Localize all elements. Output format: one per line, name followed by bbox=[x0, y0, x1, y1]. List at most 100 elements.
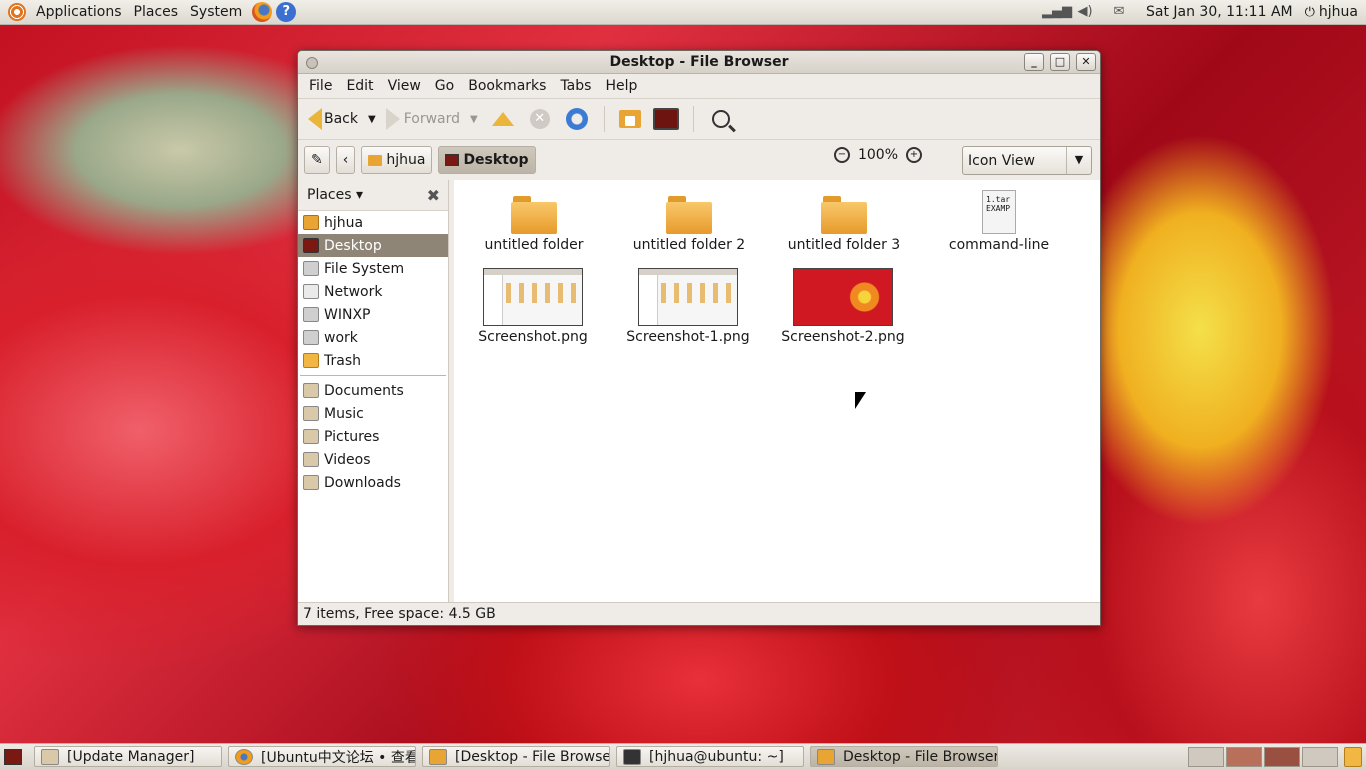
file-item[interactable]: untitled folder 3 bbox=[774, 194, 914, 253]
taskbar-item-label: [Desktop - File Browser] bbox=[455, 748, 610, 765]
status-bar: 7 items, Free space: 4.5 GB bbox=[298, 602, 1100, 625]
file-item[interactable]: Screenshot-1.png bbox=[618, 268, 758, 345]
sidebar-item-hjhua[interactable]: hjhua bbox=[298, 211, 448, 234]
folder-icon bbox=[511, 194, 557, 234]
sidebar-item-documents[interactable]: Documents bbox=[298, 379, 448, 402]
menu-edit[interactable]: Edit bbox=[339, 78, 380, 94]
network-icon[interactable]: ▂▄▆ bbox=[1042, 5, 1072, 19]
menu-tabs[interactable]: Tabs bbox=[553, 78, 598, 94]
view-mode-select[interactable]: Icon View ▼ bbox=[962, 146, 1092, 175]
file-item-label: Screenshot.png bbox=[478, 329, 588, 345]
trash-icon bbox=[303, 353, 319, 368]
help-icon[interactable]: ? bbox=[276, 2, 297, 22]
reload-icon[interactable] bbox=[565, 108, 588, 130]
menu-go[interactable]: Go bbox=[428, 78, 461, 94]
user-menu[interactable]: ⏻ hjhua bbox=[1305, 4, 1358, 20]
folder-icon bbox=[821, 194, 867, 234]
title-bar[interactable]: Desktop - File Browser _ □ ✕ bbox=[298, 51, 1100, 74]
image-thumbnail bbox=[483, 268, 583, 326]
window-menu-icon[interactable] bbox=[306, 57, 318, 69]
minimize-button[interactable]: _ bbox=[1024, 53, 1044, 71]
firefox-icon[interactable] bbox=[252, 2, 273, 22]
workspace-4[interactable] bbox=[1302, 747, 1338, 767]
folder-icon bbox=[666, 194, 712, 234]
sidebar-item-network[interactable]: Network bbox=[298, 280, 448, 303]
file-browser-window: Desktop - File Browser _ □ ✕ File Edit V… bbox=[297, 50, 1101, 626]
sidebar-item-winxp[interactable]: WINXP bbox=[298, 303, 448, 326]
toolbar-separator bbox=[692, 106, 694, 132]
computer-icon[interactable] bbox=[652, 108, 679, 130]
file-item[interactable]: untitled folder 2 bbox=[619, 194, 759, 253]
menu-bookmarks[interactable]: Bookmarks bbox=[461, 78, 553, 94]
folder-icon bbox=[817, 748, 835, 765]
sidebar-close-icon[interactable]: ✖ bbox=[427, 186, 440, 205]
file-item[interactable]: 1.tar EXAMP command-line bbox=[929, 190, 1069, 253]
forward-label: Forward bbox=[403, 111, 461, 127]
file-item[interactable]: Screenshot-2.png bbox=[773, 268, 913, 345]
crumb-desktop[interactable]: Desktop bbox=[438, 146, 536, 174]
menu-file[interactable]: File bbox=[302, 78, 339, 94]
zoom-control: − 100% + bbox=[826, 147, 930, 163]
show-desktop-icon[interactable] bbox=[4, 748, 22, 765]
sidebar-item-work[interactable]: work bbox=[298, 326, 448, 349]
forward-history-dropdown[interactable]: ▼ bbox=[470, 114, 478, 125]
crumb-hjhua[interactable]: hjhua bbox=[361, 146, 433, 174]
drive-icon bbox=[303, 307, 319, 322]
up-icon[interactable] bbox=[491, 112, 514, 126]
volume-icon[interactable]: ◀) bbox=[1076, 5, 1094, 19]
home-icon[interactable] bbox=[618, 110, 641, 128]
file-item-label: untitled folder 3 bbox=[787, 237, 901, 253]
maximize-button[interactable]: □ bbox=[1050, 53, 1070, 71]
zoom-level[interactable]: 100% bbox=[858, 147, 898, 163]
update-icon bbox=[41, 748, 59, 765]
back-label: Back bbox=[324, 111, 358, 127]
path-scroll-left-button[interactable]: ‹ bbox=[335, 146, 356, 174]
sidebar-item-label: Documents bbox=[324, 382, 404, 399]
menu-help[interactable]: Help bbox=[598, 78, 644, 94]
workspace-2[interactable] bbox=[1226, 747, 1262, 767]
taskbar-item[interactable]: [Desktop - File Browser] bbox=[422, 746, 610, 767]
taskbar-item[interactable]: [hjhua@ubuntu: ~] bbox=[616, 746, 804, 767]
workspace-3[interactable] bbox=[1264, 747, 1300, 767]
sidebar-item-downloads[interactable]: Downloads bbox=[298, 471, 448, 494]
zoom-out-icon[interactable]: − bbox=[833, 147, 850, 163]
sidebar-item-desktop[interactable]: Desktop bbox=[298, 234, 448, 257]
file-item[interactable]: Screenshot.png bbox=[463, 268, 603, 345]
file-item[interactable]: untitled folder bbox=[464, 194, 604, 253]
sidebar-item-videos[interactable]: Videos bbox=[298, 448, 448, 471]
places-menu[interactable]: Places bbox=[128, 4, 185, 20]
sidebar-type-select[interactable]: Places ▾ bbox=[307, 187, 363, 203]
workspace-switcher bbox=[1186, 747, 1338, 767]
sidebar-item-label: Videos bbox=[324, 451, 371, 468]
system-menu[interactable]: System bbox=[184, 4, 248, 20]
stop-icon[interactable]: ✕ bbox=[529, 109, 550, 129]
sidebar-item-pictures[interactable]: Pictures bbox=[298, 425, 448, 448]
forward-button[interactable]: Forward bbox=[382, 108, 464, 130]
taskbar-item[interactable]: [Update Manager] bbox=[34, 746, 222, 767]
menu-view[interactable]: View bbox=[381, 78, 428, 94]
zoom-in-icon[interactable]: + bbox=[906, 147, 922, 163]
applications-menu[interactable]: Applications bbox=[30, 4, 128, 20]
back-button[interactable]: Back bbox=[304, 108, 362, 130]
ubuntu-logo-icon[interactable] bbox=[8, 3, 26, 21]
desktop-icon bbox=[303, 238, 319, 253]
trash-icon[interactable] bbox=[1344, 747, 1362, 767]
icon-view: untitled folder untitled folder 2 untitl… bbox=[454, 180, 1100, 602]
sidebar-header: Places ▾ ✖ bbox=[298, 180, 448, 211]
clock[interactable]: Sat Jan 30, 11:11 AM bbox=[1146, 4, 1293, 20]
taskbar-item[interactable]: [Ubuntu中文论坛 • 查看… bbox=[228, 746, 416, 767]
back-history-dropdown[interactable]: ▼ bbox=[368, 114, 376, 125]
sidebar-item-trash[interactable]: Trash bbox=[298, 349, 448, 372]
file-item-label: untitled folder bbox=[484, 237, 584, 253]
sidebar-item-music[interactable]: Music bbox=[298, 402, 448, 425]
workspace-1[interactable] bbox=[1188, 747, 1224, 767]
edit-location-button[interactable]: ✎ bbox=[304, 146, 330, 174]
music-folder-icon bbox=[303, 406, 319, 421]
taskbar-item-active[interactable]: Desktop - File Browser bbox=[810, 746, 998, 767]
search-icon[interactable] bbox=[711, 110, 730, 128]
image-thumbnail bbox=[638, 268, 738, 326]
close-button[interactable]: ✕ bbox=[1076, 53, 1096, 71]
mail-icon[interactable]: ✉ bbox=[1110, 5, 1128, 19]
sidebar-item-file-system[interactable]: File System bbox=[298, 257, 448, 280]
forward-arrow-icon bbox=[385, 108, 400, 130]
